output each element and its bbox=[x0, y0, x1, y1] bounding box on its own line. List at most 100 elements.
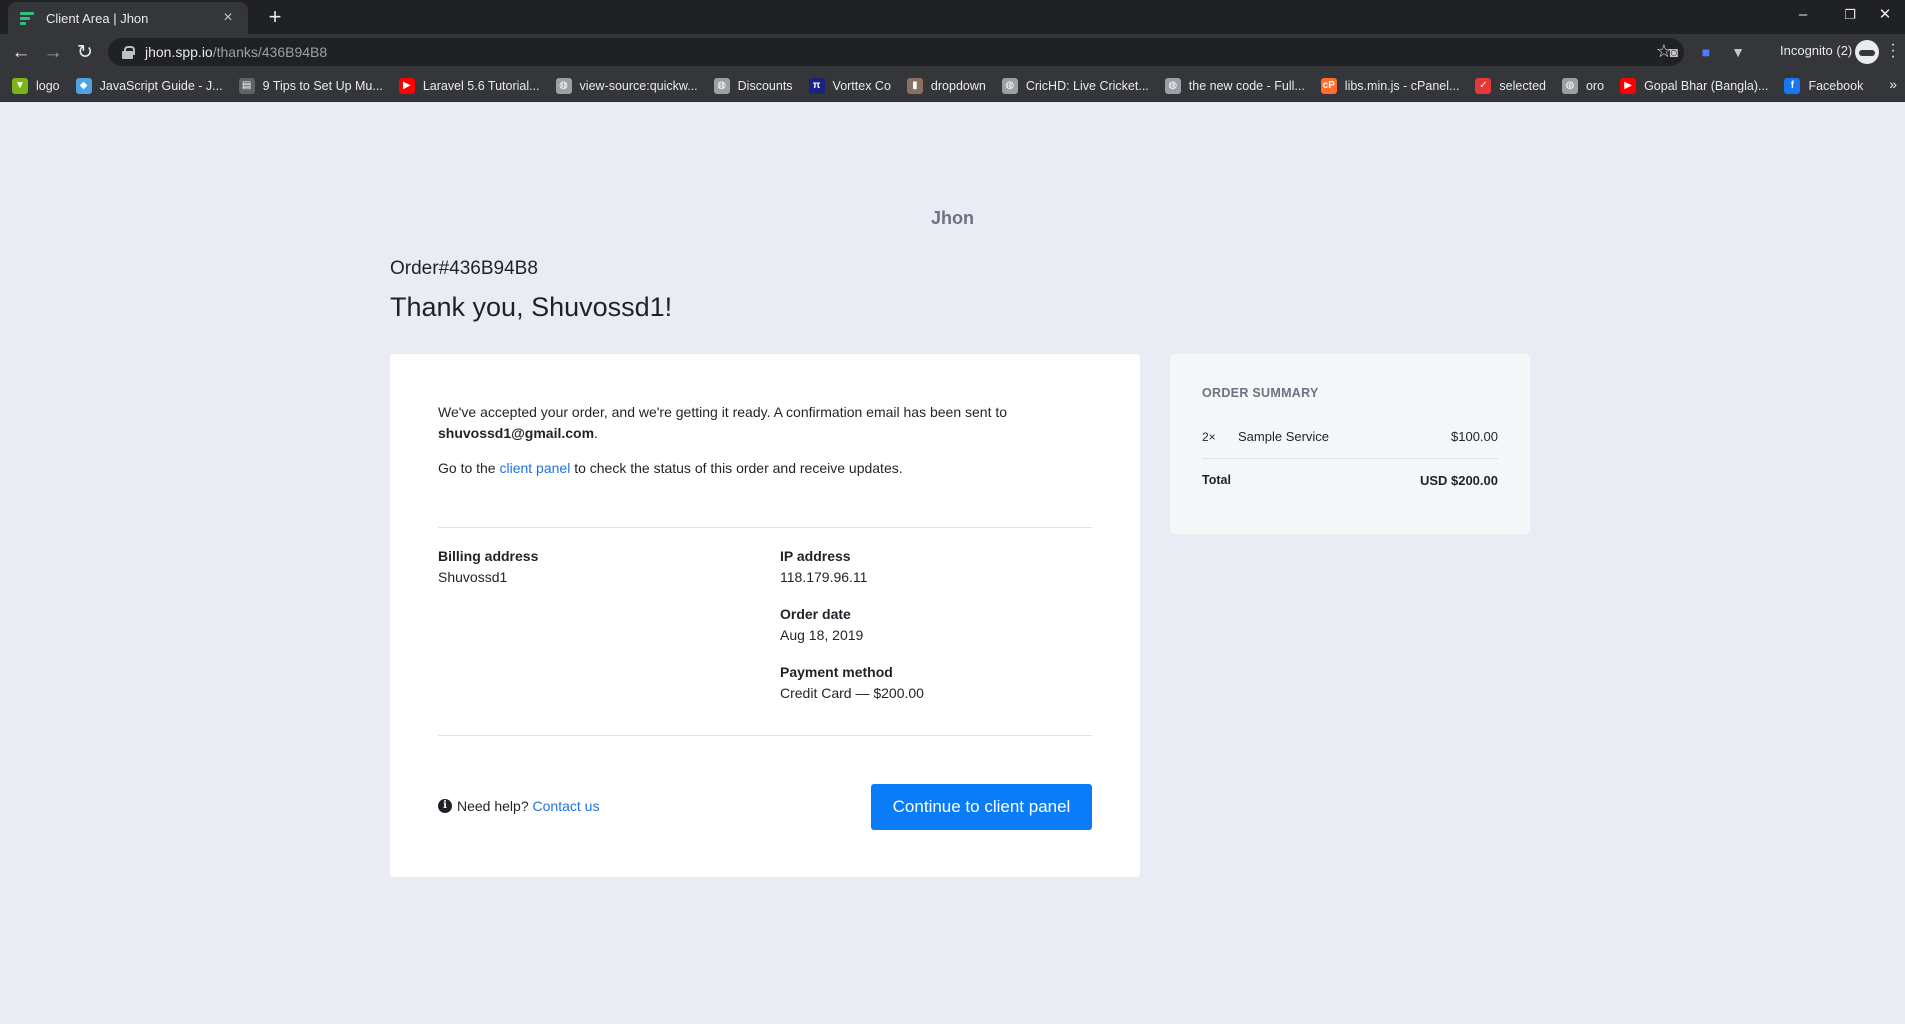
order-date-value: Aug 18, 2019 bbox=[780, 627, 864, 643]
bookmark-label: CricHD: Live Cricket... bbox=[1025, 78, 1149, 93]
bookmark-label: Discounts bbox=[737, 78, 793, 93]
bookmark-item[interactable]: ◍ view-source:quickw... bbox=[555, 77, 698, 94]
bookmarks-bar: ▼ logo ◆ JavaScript Guide - J... ▤ 9 Tips to … bbox=[0, 70, 1905, 102]
bookmark-item[interactable]: ▼ logo bbox=[12, 77, 60, 94]
summary-divider bbox=[1202, 458, 1498, 459]
globe-icon: ◍ bbox=[1001, 77, 1018, 94]
bookmark-label: libs.min.js - cPanel... bbox=[1344, 78, 1460, 93]
url-host: jhon.spp.io bbox=[145, 44, 213, 60]
help-text: Need help? bbox=[457, 798, 529, 814]
order-summary-card: ORDER SUMMARY 2× Sample Service $100.00 … bbox=[1170, 354, 1530, 534]
bookmark-item[interactable]: ✓ selected bbox=[1475, 77, 1546, 94]
bookmark-label: 9 Tips to Set Up Mu... bbox=[262, 78, 383, 93]
camera-extension-icon[interactable]: ◙ bbox=[1664, 42, 1684, 62]
order-id: Order#436B94B8 bbox=[390, 258, 538, 279]
bookmark-label: selected bbox=[1499, 78, 1546, 93]
bookmark-label: JavaScript Guide - J... bbox=[99, 78, 223, 93]
address-bar[interactable]: jhon.spp.io/thanks/436B94B8 ☆ bbox=[108, 38, 1684, 66]
browser-menu-icon[interactable]: · · · bbox=[1888, 37, 1898, 65]
globe-icon: ◍ bbox=[1164, 77, 1181, 94]
message-suffix: . bbox=[594, 425, 598, 441]
bookmark-item[interactable]: ▮ dropdown bbox=[906, 77, 986, 94]
cpanel-icon: cP bbox=[1320, 77, 1337, 94]
globe-icon: ◍ bbox=[555, 77, 572, 94]
bookmark-item[interactable]: f Facebook bbox=[1784, 77, 1864, 94]
summary-item-qty: 2× bbox=[1202, 430, 1216, 444]
browser-toolbar: ← → ↻ jhon.spp.io/thanks/436B94B8 ☆ ◙ ■ … bbox=[0, 34, 1905, 70]
panel-prefix: Go to the bbox=[438, 460, 496, 476]
bookmark-label: the new code - Full... bbox=[1188, 78, 1305, 93]
bookmark-label: logo bbox=[36, 78, 60, 93]
browser-tab-bar: Client Area | Jhon × + – ❐ ✕ bbox=[0, 0, 1905, 34]
bookmark-item[interactable]: cP libs.min.js - cPanel... bbox=[1320, 77, 1460, 94]
bookmark-item[interactable]: ◍ Discounts bbox=[713, 77, 793, 94]
bookmark-item[interactable]: ◍ oro bbox=[1561, 77, 1605, 94]
order-confirmation-card: We've accepted your order, and we're get… bbox=[390, 354, 1140, 877]
bookmark-label: Facebook bbox=[1808, 78, 1864, 93]
bookmark-item[interactable]: ◍ the new code - Full... bbox=[1164, 77, 1305, 94]
bookmark-label: Laravel 5.6 Tutorial... bbox=[422, 78, 540, 93]
vue-devtools-icon[interactable]: ▼ bbox=[1728, 42, 1748, 62]
url-path: /thanks/436B94B8 bbox=[212, 44, 328, 60]
message-prefix: We've accepted your order, and we're get… bbox=[438, 404, 1008, 420]
new-tab-button[interactable]: + bbox=[262, 4, 288, 30]
customer-email: shuvossd1@gmail.com bbox=[438, 425, 595, 441]
summary-total-value: USD $200.00 bbox=[1419, 473, 1498, 488]
brand-name[interactable]: Jhon bbox=[0, 208, 1905, 229]
globe-icon: ◍ bbox=[713, 77, 730, 94]
vorttex-icon: π bbox=[808, 77, 825, 94]
continue-to-client-panel-button[interactable]: Continue to client panel bbox=[871, 784, 1092, 830]
incognito-icon[interactable] bbox=[1855, 40, 1879, 64]
ip-address-label: IP address bbox=[780, 548, 851, 564]
selected-icon: ✓ bbox=[1475, 77, 1492, 94]
summary-item-price: $100.00 bbox=[1451, 429, 1498, 444]
tab-title: Client Area | Jhon bbox=[46, 10, 149, 26]
tab-favicon-icon bbox=[20, 11, 36, 25]
extension-square-icon[interactable]: ■ bbox=[1696, 42, 1716, 62]
bookmark-item[interactable]: ◆ JavaScript Guide - J... bbox=[75, 77, 223, 94]
incognito-label[interactable]: Incognito (2) bbox=[1780, 43, 1852, 58]
bookmark-label: Gopal Bhar (Bangla)... bbox=[1644, 78, 1769, 93]
summary-item-name: Sample Service bbox=[1238, 429, 1330, 444]
bookmark-label: view-source:quickw... bbox=[579, 78, 698, 93]
bookmark-label: dropdown bbox=[930, 78, 986, 93]
bookmark-item[interactable]: ▶ Gopal Bhar (Bangla)... bbox=[1620, 77, 1769, 94]
bookmark-item[interactable]: π Vorttex Co bbox=[808, 77, 891, 94]
book-icon: ▤ bbox=[238, 77, 255, 94]
youtube-icon: ▶ bbox=[398, 77, 415, 94]
bookmark-item[interactable]: ▤ 9 Tips to Set Up Mu... bbox=[238, 77, 383, 94]
reload-icon[interactable]: ↻ bbox=[72, 40, 98, 66]
back-icon[interactable]: ← bbox=[8, 40, 34, 66]
bookmark-item[interactable]: ◍ CricHD: Live Cricket... bbox=[1001, 77, 1149, 94]
client-panel-message: Go to the client panel to check the stat… bbox=[438, 460, 903, 476]
ip-address-value: 118.179.96.11 bbox=[780, 569, 868, 585]
js-guide-icon: ◆ bbox=[75, 77, 92, 94]
panel-suffix: to check the status of this order and re… bbox=[574, 460, 903, 476]
summary-total-label: Total bbox=[1202, 473, 1231, 487]
payment-method-value: Credit Card — $200.00 bbox=[780, 685, 924, 701]
billing-address-value: Shuvossd1 bbox=[438, 569, 508, 585]
contact-us-link[interactable]: Contact us bbox=[533, 798, 600, 814]
minimize-icon[interactable]: – bbox=[1780, 0, 1826, 30]
lock-icon bbox=[122, 45, 135, 59]
globe-icon: ◍ bbox=[1561, 77, 1578, 94]
confirmation-message: We've accepted your order, and we're get… bbox=[438, 402, 1058, 444]
divider-bottom bbox=[438, 735, 1092, 736]
close-window-icon[interactable]: ✕ bbox=[1862, 0, 1905, 30]
client-panel-link[interactable]: client panel bbox=[499, 460, 570, 476]
bookmark-label: Vorttex Co bbox=[832, 78, 891, 93]
forward-icon[interactable]: → bbox=[40, 40, 66, 66]
order-date-label: Order date bbox=[780, 606, 851, 622]
browser-tab[interactable]: Client Area | Jhon × bbox=[8, 2, 248, 34]
youtube-icon: ▶ bbox=[1620, 77, 1637, 94]
tab-close-icon[interactable]: × bbox=[218, 9, 238, 27]
help-section: i Need help? Contact us bbox=[438, 798, 599, 814]
bookmarks-more-icon[interactable]: » bbox=[1889, 76, 1897, 92]
bookmark-label: oro bbox=[1585, 78, 1605, 93]
page-title: Thank you, Shuvossd1! bbox=[390, 292, 673, 322]
bookmark-item[interactable]: ▶ Laravel 5.6 Tutorial... bbox=[398, 77, 540, 94]
order-summary-title: ORDER SUMMARY bbox=[1202, 386, 1319, 400]
info-icon: i bbox=[438, 799, 452, 813]
green-leaf-icon: ▼ bbox=[12, 77, 28, 94]
divider-top bbox=[438, 527, 1092, 528]
